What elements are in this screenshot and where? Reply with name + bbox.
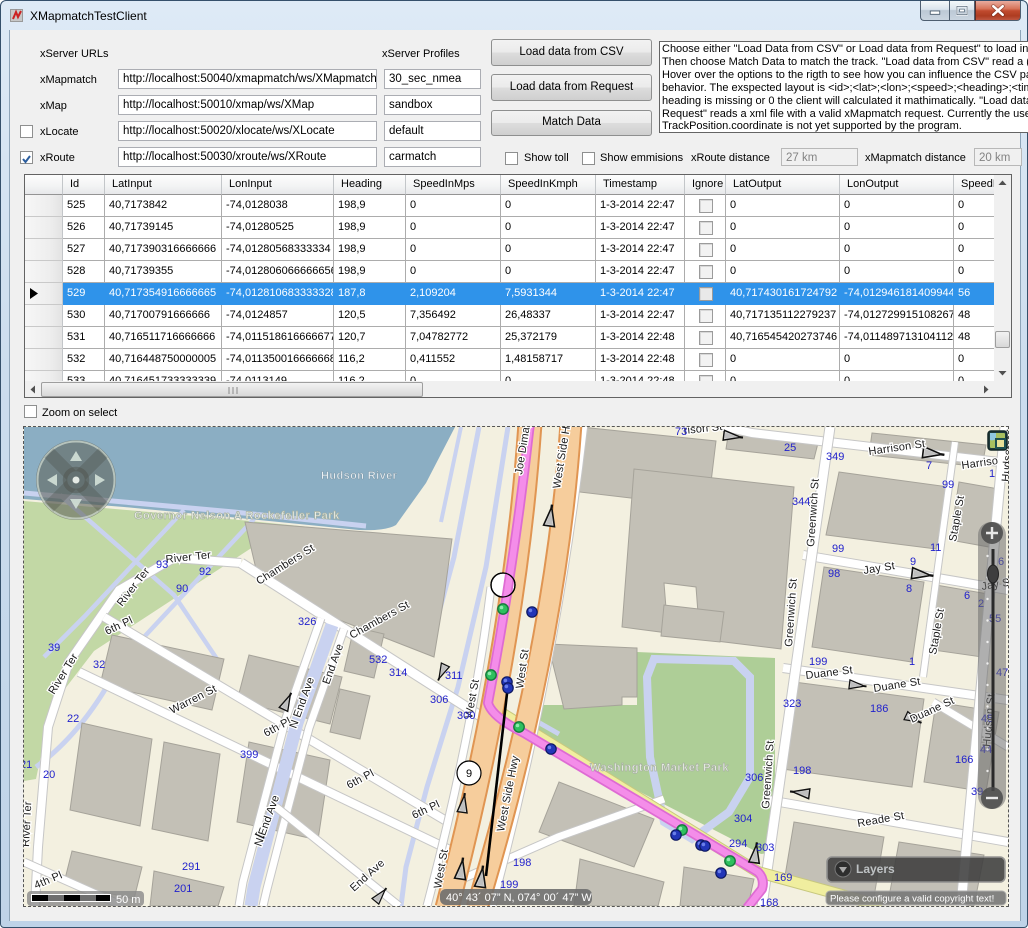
svg-text:98: 98	[828, 568, 840, 580]
svg-text:25: 25	[784, 442, 796, 454]
svg-text:344: 344	[792, 496, 810, 508]
svg-text:198: 198	[793, 765, 811, 777]
svg-text:90: 90	[176, 583, 188, 595]
svg-text:1: 1	[909, 656, 915, 668]
svg-text:21: 21	[24, 759, 32, 771]
svg-text:198: 198	[513, 857, 531, 869]
svg-text:303: 303	[756, 842, 774, 854]
svg-text:323: 323	[783, 698, 801, 710]
svg-text:300: 300	[457, 710, 475, 722]
svg-text:199: 199	[809, 656, 827, 668]
svg-text:311: 311	[445, 670, 463, 682]
svg-text:40° 43´ 07” N, 074° 00´ 47” W: 40° 43´ 07” N, 074° 00´ 47” W	[446, 892, 592, 904]
svg-text:11: 11	[930, 542, 941, 554]
svg-text:99: 99	[942, 479, 954, 491]
svg-text:291: 291	[182, 861, 200, 873]
svg-text:32: 32	[93, 659, 105, 671]
svg-text:Layers: Layers	[856, 862, 895, 876]
svg-text:39: 39	[48, 642, 60, 654]
svg-text:1: 1	[989, 468, 995, 480]
svg-text:6: 6	[964, 590, 970, 602]
svg-text:326: 326	[298, 616, 316, 628]
svg-text:532: 532	[369, 654, 387, 666]
svg-text:Governor Nelson A Rockefeller: Governor Nelson A Rockefeller Park	[134, 510, 340, 522]
svg-text:22: 22	[67, 713, 79, 725]
svg-text:Hudson River: Hudson River	[321, 470, 398, 482]
svg-text:9: 9	[910, 556, 916, 568]
svg-text:50 m: 50 m	[116, 894, 140, 906]
svg-text:20: 20	[43, 769, 55, 781]
svg-text:294: 294	[729, 838, 747, 850]
svg-text:304: 304	[734, 813, 752, 825]
svg-text:168: 168	[760, 897, 778, 906]
svg-text:Washington Market Park: Washington Market Park	[590, 762, 729, 774]
svg-text:73: 73	[675, 427, 687, 438]
svg-text:9: 9	[466, 768, 472, 780]
svg-text:306: 306	[430, 694, 448, 706]
svg-text:166: 166	[955, 754, 973, 766]
svg-text:93: 93	[156, 559, 168, 571]
svg-text:399: 399	[240, 749, 258, 761]
svg-text:92: 92	[199, 566, 211, 578]
svg-text:Please configure a valid copyr: Please configure a valid copyright text!	[830, 894, 994, 905]
svg-text:7: 7	[926, 460, 932, 472]
svg-text:186: 186	[870, 703, 888, 715]
svg-text:306: 306	[745, 772, 763, 784]
svg-text:201: 201	[174, 883, 192, 895]
svg-text:169: 169	[774, 872, 792, 884]
svg-text:314: 314	[389, 667, 407, 679]
svg-text:99: 99	[832, 543, 844, 555]
svg-text:349: 349	[826, 451, 844, 463]
svg-text:8: 8	[906, 583, 912, 595]
